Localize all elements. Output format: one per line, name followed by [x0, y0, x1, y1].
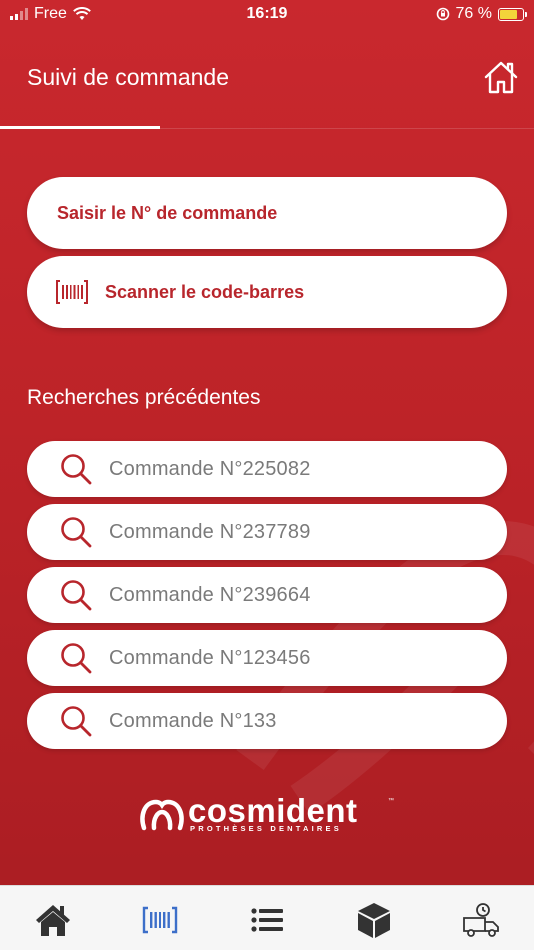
barcode-icon	[142, 906, 178, 934]
bottom-tab-bar	[0, 885, 534, 950]
status-bar: Free 16:19 76 %	[0, 0, 534, 28]
barcode-icon	[56, 280, 88, 304]
previous-search-item[interactable]: Commande N°237789	[27, 504, 507, 560]
cosmident-logo: cosmident ™ PROTHÈSES DENTAIRES	[140, 792, 400, 836]
previous-search-label: Commande N°133	[109, 709, 277, 732]
home-icon	[36, 905, 70, 936]
search-icon	[61, 580, 92, 611]
box-icon	[358, 903, 390, 938]
previous-searches-title: Recherches précédentes	[27, 386, 261, 409]
scan-barcode-button[interactable]: Scanner le code-barres	[27, 256, 507, 328]
enter-order-number-label: Saisir le N° de commande	[57, 202, 278, 223]
previous-search-item[interactable]: Commande N°239664	[27, 567, 507, 623]
previous-search-label: Commande N°225082	[109, 457, 311, 480]
tab-indicator	[0, 126, 160, 129]
search-icon	[61, 706, 92, 737]
previous-search-item[interactable]: Commande N°225082	[27, 441, 507, 497]
tab-home[interactable]	[33, 900, 73, 940]
tab-list[interactable]	[247, 900, 287, 940]
previous-search-item[interactable]: Commande N°133	[27, 693, 507, 749]
enter-order-number-button[interactable]: Saisir le N° de commande	[27, 177, 507, 249]
order-tracking-screen: Free 16:19 76 % Suivi de commande Saisir…	[0, 0, 534, 950]
search-icon	[61, 643, 92, 674]
list-icon	[251, 908, 283, 932]
rotation-lock-icon	[436, 7, 449, 21]
battery-icon	[498, 7, 527, 21]
previous-search-label: Commande N°237789	[109, 520, 311, 543]
home-button[interactable]	[483, 60, 519, 96]
tab-delivery[interactable]	[461, 900, 501, 940]
search-icon	[61, 454, 92, 485]
tab-box[interactable]	[354, 900, 394, 940]
logo-trademark: ™	[388, 798, 394, 804]
logo-tagline: PROTHÈSES DENTAIRES	[190, 824, 342, 833]
search-icon	[61, 517, 92, 548]
battery-percent: 76 %	[455, 5, 492, 22]
delivery-truck-icon	[463, 903, 499, 937]
scan-barcode-label: Scanner le code-barres	[105, 281, 305, 302]
tooth-logo-icon	[140, 799, 184, 831]
previous-search-item[interactable]: Commande N°123456	[27, 630, 507, 686]
previous-search-label: Commande N°239664	[109, 583, 311, 606]
page-title: Suivi de commande	[27, 64, 229, 90]
home-icon	[484, 61, 518, 94]
tab-barcode[interactable]	[140, 900, 180, 940]
previous-search-label: Commande N°123456	[109, 646, 311, 669]
